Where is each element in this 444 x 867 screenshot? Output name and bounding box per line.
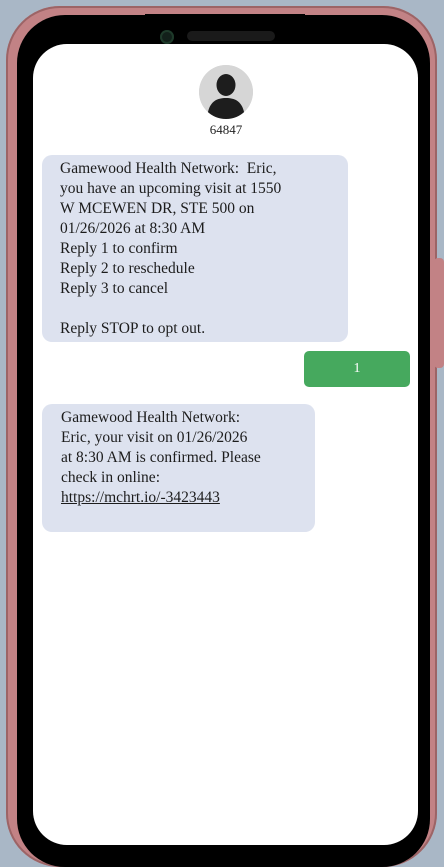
- person-silhouette-icon: [199, 65, 253, 119]
- message-line: at 8:30 AM is confirmed. Please: [61, 449, 261, 466]
- message-line: Eric, your visit on 01/26/2026: [61, 429, 248, 446]
- message-line: Reply 2 to reschedule: [60, 260, 195, 277]
- message-line: W MCEWEN DR, STE 500 on: [60, 200, 255, 217]
- message-line: Reply STOP to opt out.: [60, 320, 206, 337]
- message-line: Reply 1 to confirm: [60, 240, 178, 257]
- message-line: Gamewood Health Network:: [61, 409, 241, 426]
- message-line: check in online:: [61, 469, 160, 486]
- contact-number: 64847: [209, 122, 243, 137]
- message-line: 01/26/2026 at 8:30 AM: [60, 220, 206, 237]
- outgoing-message-bubble: 1: [304, 351, 410, 387]
- side-button: [434, 258, 444, 368]
- incoming-message-bubble: Gamewood Health Network: Eric, your visi…: [42, 404, 315, 532]
- incoming-message-bubble: Gamewood Health Network: Eric, you have …: [42, 155, 348, 342]
- message-line: Reply 3 to cancel: [60, 280, 169, 297]
- check-in-link[interactable]: https://mchrt.io/-3423443: [61, 489, 220, 506]
- speaker-grille: [187, 31, 275, 41]
- message-line: you have an upcoming visit at 1550: [60, 180, 282, 197]
- message-line-blank: [60, 299, 338, 319]
- outgoing-message-text: 1: [353, 361, 361, 376]
- contact-avatar[interactable]: [199, 65, 253, 119]
- message-line: Gamewood Health Network: Eric,: [60, 160, 277, 177]
- camera-icon: [160, 30, 174, 44]
